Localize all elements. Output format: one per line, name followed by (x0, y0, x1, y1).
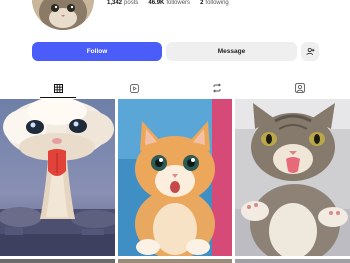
repost-icon (213, 83, 221, 93)
followers-count: 46.9K (148, 0, 165, 6)
profile-stats: 1,342 posts 46.9K followers 2 following (107, 0, 229, 6)
tagged-icon (295, 83, 305, 93)
followers-stat[interactable]: 46.9K followers (148, 0, 190, 6)
suggested-accounts-button[interactable] (301, 42, 319, 61)
cat-avatar-image (32, 0, 94, 30)
grid-post[interactable] (235, 99, 350, 256)
profile-tabs (0, 78, 350, 98)
posts-label: posts (124, 0, 139, 6)
tab-tagged[interactable] (242, 78, 350, 98)
profile-page: 1,342 posts 46.9K followers 2 following Fol… (0, 0, 350, 263)
grid-post[interactable] (235, 259, 350, 263)
post-image-kitten (118, 99, 232, 256)
grid-post[interactable] (0, 99, 115, 256)
following-stat[interactable]: 2 following (200, 0, 229, 6)
posts-stat: 1,342 posts (107, 0, 138, 6)
grid-post[interactable] (118, 99, 232, 256)
post-image-tabby-cat (235, 99, 350, 256)
posts-grid (0, 99, 350, 263)
followers-label: followers (166, 0, 191, 6)
grid-post[interactable] (0, 259, 115, 263)
avatar[interactable] (32, 0, 94, 30)
posts-count: 1,342 (107, 0, 123, 6)
reels-icon (129, 83, 139, 93)
grid-post[interactable] (118, 259, 232, 263)
following-label: following (205, 0, 229, 6)
post-image-explosion-cat (0, 99, 115, 256)
follow-button[interactable]: Follow (32, 42, 162, 61)
add-person-icon (305, 47, 314, 56)
message-button[interactable]: Message (166, 42, 297, 61)
following-count: 2 (200, 0, 204, 6)
grid-icon (53, 83, 63, 93)
